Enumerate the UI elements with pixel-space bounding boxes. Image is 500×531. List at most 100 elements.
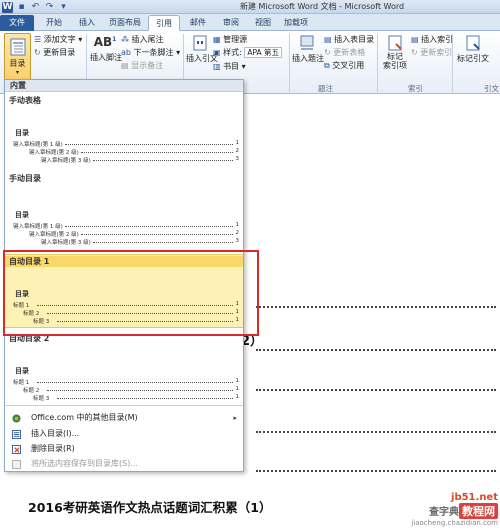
- manage-sources-button[interactable]: ▦ 管理源: [213, 34, 247, 45]
- title-bar: W ▪ ↶ ↷ ▾ 新建 Microsoft Word 文档 - Microso…: [0, 0, 500, 14]
- toc-icon: [10, 38, 25, 56]
- preview-line: 标题 11: [13, 378, 239, 386]
- redo-icon[interactable]: ↷: [44, 2, 55, 13]
- mark-citation-button[interactable]: 标记引文: [455, 35, 491, 64]
- toc-leader-line: [256, 306, 496, 308]
- highlight-callout-box: [3, 250, 259, 336]
- tab-insert[interactable]: 插入: [72, 15, 102, 31]
- save-icon[interactable]: ▪: [16, 2, 27, 13]
- remove-toc-menu-item[interactable]: 删除目录(R): [5, 442, 243, 456]
- more-tocs-office-menu-item[interactable]: Office.com 中的其他目录(M) ▸: [5, 411, 243, 425]
- save-selection-to-gallery-menu-item[interactable]: 将所选内容保存到目录库(S)...: [5, 457, 243, 471]
- window-title: 新建 Microsoft Word 文档 - Microsoft Word: [240, 2, 405, 11]
- insert-index-button[interactable]: ▤ 插入索引: [411, 34, 453, 45]
- chevron-down-icon: ▾: [15, 69, 19, 76]
- tab-review[interactable]: 审阅: [216, 15, 246, 31]
- style-selector[interactable]: ▣ 样式: APA 第五: [213, 47, 283, 58]
- toc-option-automatic-2[interactable]: 自动目录 2 目录 标题 11 标题 21 标题 31: [5, 332, 243, 410]
- tab-page-layout[interactable]: 页面布局: [104, 15, 146, 31]
- mark-entry-icon: [388, 35, 402, 51]
- toc-option-manual-table[interactable]: 手动表格 目录 键入章标题(第 1 级) 1 键入章标题(第 2 级) 2 键入章标…: [5, 94, 243, 166]
- tab-addins[interactable]: 加载项: [279, 15, 313, 31]
- submenu-arrow-icon: ▸: [233, 414, 237, 422]
- update-index-button[interactable]: ↻ 更新索引: [411, 47, 452, 58]
- endnote-icon: ⁂: [121, 35, 129, 44]
- group-separator: [377, 34, 378, 92]
- caption-group-label: 题注: [318, 84, 333, 93]
- show-notes-icon: ▤: [121, 61, 129, 70]
- group-separator: [452, 34, 453, 92]
- toc-leader-line: [256, 389, 496, 391]
- preview-line: 键入章标题(第 3 级) 3: [41, 156, 239, 164]
- next-footnote-button[interactable]: ab 下一条脚注 ▾: [121, 47, 180, 58]
- insert-table-of-figures-button[interactable]: ▤ 插入表目录: [324, 34, 374, 45]
- tab-home[interactable]: 开始: [38, 15, 70, 31]
- word-logo-icon[interactable]: W: [2, 1, 13, 13]
- insert-footnote-button[interactable]: AB1 插入脚注: [90, 35, 122, 63]
- preview-line: 键入章标题(第 2 级) 2: [29, 230, 239, 238]
- tab-references[interactable]: 引用: [148, 15, 180, 31]
- show-notes-button[interactable]: ▤ 显示备注: [121, 60, 163, 71]
- preview-heading: 目录: [15, 211, 29, 219]
- add-text-icon: ☰: [34, 35, 42, 44]
- mark-citation-icon: [466, 35, 480, 51]
- update-table-button[interactable]: ↻ 更新表格: [324, 47, 365, 58]
- preview-line: 标题 31: [33, 394, 239, 402]
- bibliography-icon: ▥: [213, 62, 221, 71]
- add-text-button[interactable]: ☰ 添加文字 ▾: [34, 34, 82, 45]
- toc-leader-line: [256, 470, 496, 472]
- document-heading: 2016考研英语作文热点话题词汇积累（1）: [28, 500, 272, 515]
- insert-citation-button[interactable]: 插入引文: [186, 35, 218, 64]
- tab-view[interactable]: 视图: [248, 15, 278, 31]
- insert-toc-icon: [12, 430, 21, 439]
- delete-toc-icon: [12, 445, 21, 454]
- update-toc-button[interactable]: ↻ 更新目录: [34, 47, 75, 58]
- preview-line: 键入章标题(第 2 级) 2: [29, 148, 239, 156]
- ribbon-tabs: 文件 开始 插入 页面布局 引用 邮件 审阅 视图 加载项: [0, 14, 500, 31]
- preview-line: 键入章标题(第 3 级) 3: [41, 238, 239, 246]
- quick-access-toolbar: W ▪ ↶ ↷ ▾: [2, 1, 69, 13]
- watermark-box: 教程网: [459, 503, 498, 519]
- save-selection-icon: [12, 460, 21, 469]
- menu-separator: [5, 405, 243, 406]
- toc-option-manual[interactable]: 手动目录 目录 键入章标题(第 1 级) 1 键入章标题(第 2 级) 2 键入章标…: [5, 172, 243, 250]
- office-online-icon: [12, 414, 21, 423]
- preview-heading: 目录: [15, 367, 29, 375]
- toc-option-title: 手动目录: [9, 174, 41, 183]
- citation-icon: [193, 35, 207, 51]
- preview-heading: 目录: [15, 129, 29, 137]
- insert-index-icon: ▤: [411, 35, 419, 44]
- insert-toc-menu-item[interactable]: 插入目录(I)...: [5, 427, 243, 441]
- preview-line: 标题 21: [23, 386, 239, 394]
- refresh-icon: ↻: [34, 48, 41, 57]
- mark-entry-button[interactable]: 标记 索引项: [380, 35, 410, 70]
- cross-reference-icon: ⧉: [324, 60, 330, 70]
- style-combo[interactable]: APA 第五: [244, 47, 283, 58]
- watermark-prefix: 查字典: [429, 507, 459, 518]
- gallery-header: 内置: [5, 80, 243, 92]
- toc-button-label: 目录: [9, 59, 26, 68]
- customize-icon[interactable]: ▾: [58, 2, 69, 13]
- watermark: jb51.net 查字典 教程网 jiaocheng.chazidian.com: [411, 492, 498, 527]
- bibliography-button[interactable]: ▥ 书目 ▾: [213, 61, 246, 72]
- style-icon: ▣: [213, 48, 221, 57]
- insert-endnote-button[interactable]: ⁂ 插入尾注: [121, 34, 164, 45]
- index-group-label: 索引: [408, 84, 423, 93]
- toc-leader-line: [256, 431, 496, 433]
- manage-sources-icon: ▦: [213, 35, 221, 44]
- update-table-icon: ↻: [324, 48, 331, 57]
- group-separator: [289, 34, 290, 92]
- cross-reference-button[interactable]: ⧉ 交叉引用: [324, 60, 364, 71]
- watermark-url: jiaocheng.chazidian.com: [411, 519, 498, 527]
- update-index-icon: ↻: [411, 48, 418, 57]
- caption-icon: [300, 35, 314, 50]
- tab-mailings[interactable]: 邮件: [183, 15, 213, 31]
- insert-caption-button[interactable]: 插入题注: [292, 35, 324, 64]
- table-of-figures-icon: ▤: [324, 35, 332, 44]
- undo-icon[interactable]: ↶: [30, 2, 41, 13]
- tab-file[interactable]: 文件: [0, 15, 34, 31]
- preview-line: 键入章标题(第 1 级) 1: [13, 222, 239, 230]
- toc-leader-line: [256, 349, 496, 351]
- watermark-site: jb51.net: [451, 492, 498, 503]
- toc-option-title: 手动表格: [9, 96, 41, 105]
